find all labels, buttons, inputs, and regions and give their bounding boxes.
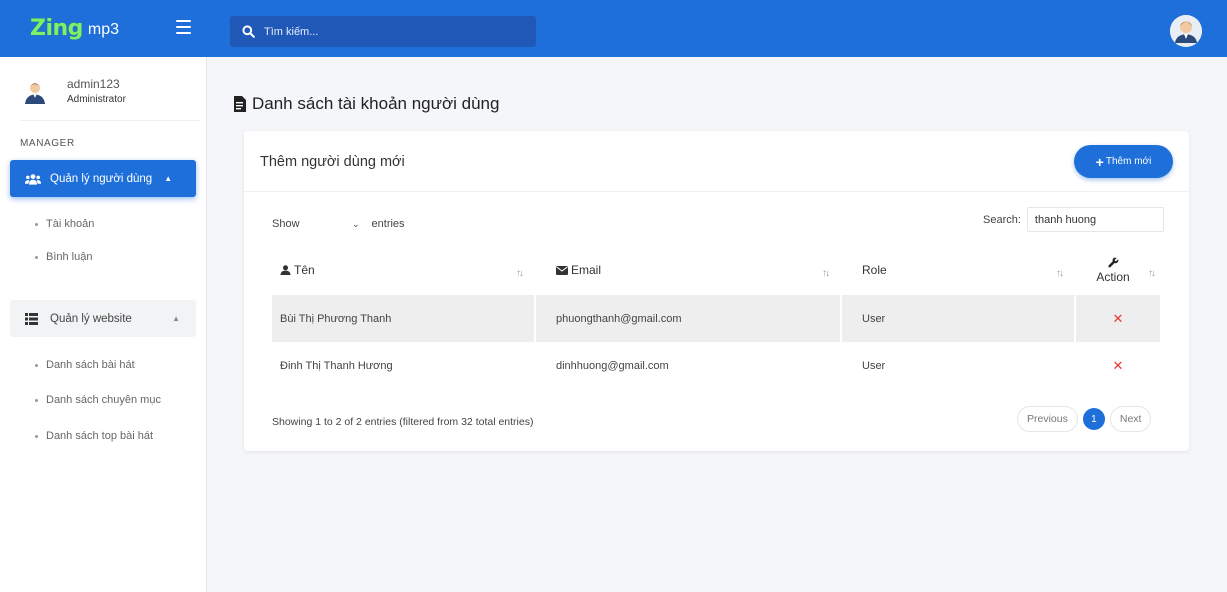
cell-name: Bùi Thị Phương Thanh: [272, 295, 536, 342]
caret-up-icon: ▲: [172, 314, 180, 323]
sidebar-item-website-management[interactable]: Quản lý website ▲: [10, 300, 196, 337]
envelope-icon: [556, 265, 568, 275]
table-row: Bùi Thị Phương Thanh phuongthanh@gmail.c…: [272, 295, 1160, 342]
sidebar-item-comments[interactable]: Bình luận: [35, 251, 92, 263]
pagination: Previous 1 Next: [1017, 406, 1152, 432]
sidebar-user-panel: admin123 Administrator: [20, 73, 200, 121]
table-search: Search:: [983, 207, 1164, 232]
sort-icon: ↑↓: [1056, 268, 1064, 279]
page-title-text: Danh sách tài khoản người dùng: [252, 94, 500, 113]
card-header: Thêm người dùng mới + Thêm mới: [244, 131, 1189, 192]
show-entries: Show ⌄ entries: [272, 213, 405, 235]
sort-icon: ↑↓: [516, 268, 524, 279]
sidebar-item-accounts[interactable]: Tài khoản: [35, 218, 94, 230]
bullet-icon: [35, 255, 38, 259]
global-search-input[interactable]: [264, 25, 524, 38]
sidebar-section-label: MANAGER: [20, 138, 75, 149]
pagination-next[interactable]: Next: [1109, 406, 1152, 432]
add-new-button[interactable]: + Thêm mới: [1074, 145, 1173, 178]
bullet-icon: [35, 398, 38, 402]
entries-per-page-select[interactable]: ⌄: [305, 213, 366, 235]
sidebar-user-role: Administrator: [67, 94, 126, 105]
pagination-page-1[interactable]: 1: [1082, 408, 1105, 430]
delete-icon[interactable]: ✕: [1113, 358, 1124, 373]
user-avatar-menu[interactable]: [1170, 15, 1202, 47]
cell-email: phuongthanh@gmail.com: [536, 295, 842, 342]
global-search: [230, 16, 536, 47]
bullet-icon: [35, 434, 38, 438]
column-header-label: Action: [1096, 269, 1130, 284]
sidebar-item-label: Bình luận: [46, 251, 93, 263]
user-icon: [280, 265, 291, 275]
table-search-label: Search:: [983, 213, 1021, 226]
brand-logo-suffix: mp3: [87, 21, 120, 38]
sidebar-item-label: Danh sách chuyên mục: [46, 394, 161, 406]
menu-toggle-icon[interactable]: [176, 20, 191, 34]
document-icon: [234, 96, 246, 112]
cell-action: ✕: [1076, 295, 1160, 342]
chevron-down-icon: ⌄: [351, 218, 360, 229]
sidebar: admin123 Administrator MANAGER Quản lý n…: [0, 57, 207, 592]
add-new-button-label: Thêm mới: [1105, 156, 1152, 167]
users-icon: [25, 173, 41, 185]
sidebar-user-name: admin123: [67, 77, 120, 91]
table-info: Showing 1 to 2 of 2 entries (filtered fr…: [272, 416, 534, 428]
card-title: Thêm người dùng mới: [260, 154, 405, 170]
caret-up-icon: ▲: [164, 174, 173, 183]
list-icon: [25, 312, 38, 325]
page-title: Danh sách tài khoản người dùng: [233, 94, 499, 114]
users-card: Thêm người dùng mới + Thêm mới Show ⌄ ent…: [244, 131, 1189, 451]
bullet-icon: [35, 363, 38, 367]
sidebar-item-label: Danh sách bài hát: [46, 359, 135, 371]
cell-action: ✕: [1076, 342, 1160, 389]
column-header-email[interactable]: Email ↑↓: [536, 245, 842, 295]
user-avatar-icon: [25, 83, 45, 104]
sort-icon: ↑↓: [1148, 268, 1156, 279]
sidebar-item-label: Tài khoản: [46, 218, 95, 230]
sidebar-item-top-song-list[interactable]: Danh sách top bài hát: [35, 430, 153, 442]
entries-label: entries: [371, 218, 405, 230]
cell-email: dinhhuong@gmail.com: [556, 359, 669, 372]
wrench-icon: [1107, 257, 1118, 267]
sidebar-item-category-list[interactable]: Danh sách chuyên mục: [35, 394, 161, 406]
brand-logo-text: Zing: [30, 16, 83, 41]
show-label: Show: [272, 218, 300, 230]
column-header-label: Email: [571, 263, 602, 277]
pagination-previous[interactable]: Previous: [1017, 406, 1078, 432]
sidebar-item-label: Quản lý người dùng: [50, 172, 153, 185]
search-icon: [242, 25, 255, 38]
column-header-label: Tên: [294, 263, 315, 277]
plus-icon: +: [1095, 153, 1104, 170]
delete-icon[interactable]: ✕: [1113, 311, 1124, 326]
cell-role: User: [862, 359, 886, 372]
table-row: Đinh Thị Thanh Hương dinhhuong@gmail.com…: [272, 342, 1160, 389]
column-header-name[interactable]: Tên ↑↓: [272, 245, 536, 295]
users-table: Tên ↑↓ Email ↑↓ Role ↑↓ Action ↑↓ Bùi Th…: [272, 245, 1160, 389]
avatar-icon: [1170, 15, 1202, 47]
bullet-icon: [35, 222, 38, 226]
sidebar-item-label: Danh sách top bài hát: [46, 430, 154, 442]
sidebar-item-user-management[interactable]: Quản lý người dùng ▲: [10, 160, 196, 197]
column-header-label: Role: [862, 263, 887, 277]
cell-name: Đinh Thị Thanh Hương: [280, 359, 393, 372]
column-header-action[interactable]: Action ↑↓: [1076, 245, 1160, 295]
column-header-role[interactable]: Role ↑↓: [842, 245, 1076, 295]
sidebar-item-label: Quản lý website: [50, 312, 132, 325]
top-navbar: Zing mp3: [0, 0, 1227, 57]
table-search-input[interactable]: [1026, 207, 1164, 232]
cell-role: User: [842, 295, 1076, 342]
sidebar-item-song-list[interactable]: Danh sách bài hát: [35, 359, 135, 371]
sort-icon: ↑↓: [822, 268, 830, 279]
